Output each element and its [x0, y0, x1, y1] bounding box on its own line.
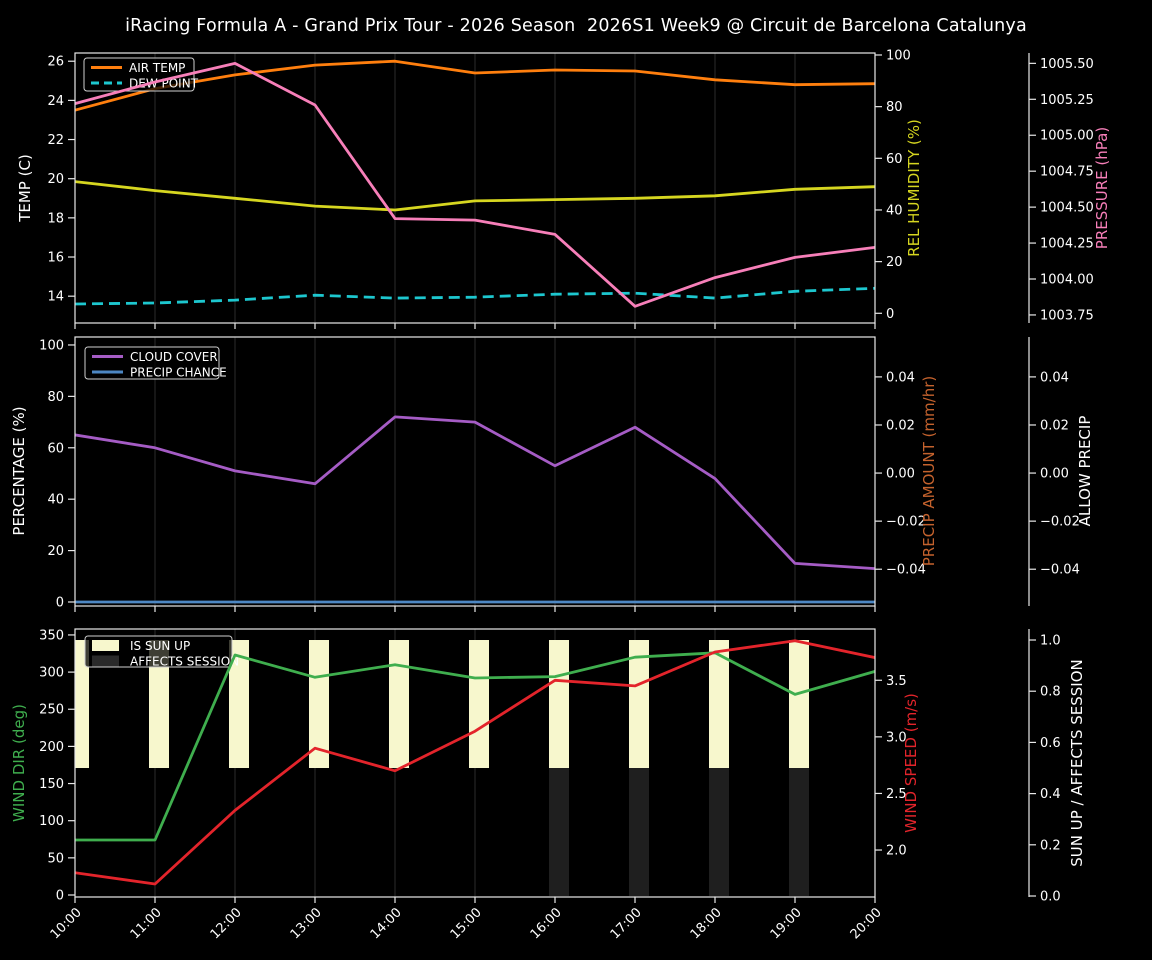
right2-tick-label: 0.04	[1040, 370, 1069, 385]
right1-tick-label: 3.5	[886, 674, 907, 689]
left-tick-label: 150	[39, 777, 64, 792]
left-tick-label: 250	[39, 703, 64, 718]
x-tick-label: 14:00	[368, 905, 405, 942]
right2-tick-label: 1005.50	[1040, 57, 1094, 72]
is-sun-up-bar	[549, 640, 569, 769]
left-tick-label: 22	[47, 133, 64, 148]
legend-label: AFFECTS SESSION	[130, 655, 239, 669]
left-axis-title: PERCENTAGE (%)	[10, 406, 28, 535]
legend-label: IS SUN UP	[130, 639, 190, 653]
affects-session-bar	[549, 768, 569, 897]
x-tick-label: 20:00	[848, 905, 885, 942]
x-tick-label: 16:00	[528, 905, 565, 942]
x-tick-label: 10:00	[48, 905, 85, 942]
right2-axis-title: SUN UP / AFFECTS SESSION	[1068, 659, 1086, 867]
left-tick-label: 300	[39, 666, 64, 681]
left-tick-label: 80	[47, 390, 64, 405]
right2-tick-label: 1.0	[1040, 634, 1061, 649]
bar-series-group	[75, 640, 809, 897]
right2-tick-label: 1003.75	[1040, 308, 1094, 323]
legend-swatch-patch	[92, 655, 119, 667]
right1-tick-label: 0	[886, 307, 894, 322]
right2-tick-label: −0.02	[1040, 515, 1080, 530]
right2-tick-label: 1004.50	[1040, 201, 1094, 216]
left-axis-title: WIND DIR (deg)	[10, 704, 28, 822]
weather-forecast-figure: iRacing Formula A - Grand Prix Tour - 20…	[0, 0, 1152, 960]
right2-tick-label: 1004.25	[1040, 237, 1094, 252]
right2-tick-label: 1004.00	[1040, 273, 1094, 288]
right1-tick-label: 40	[886, 203, 903, 218]
left-tick-label: 200	[39, 740, 64, 755]
x-tick-labels: 10:00 11:00 12:00 13:00 14:00 15:00 16:00 17:00…	[48, 905, 885, 942]
left-tick-label: 100	[39, 814, 64, 829]
left-tick-label: 60	[47, 441, 64, 456]
x-tick-label: 11:00	[128, 905, 165, 942]
is-sun-up-bar	[389, 640, 409, 769]
wind-sun-legend: IS SUN UP AFFECTS SESSION	[84, 635, 239, 669]
right2-axis-title: ALLOW PRECIP	[1076, 416, 1094, 527]
right2-tick-label: 0.0	[1040, 890, 1061, 905]
right1-tick-label: 100	[886, 48, 911, 63]
forecast-charts-svg: AIR TEMPDEW POINT14161820222426TEMP (C)0…	[10, 48, 1111, 942]
temperature-humidity-pressure-chart: AIR TEMPDEW POINT14161820222426TEMP (C)0…	[16, 48, 1111, 329]
right2-tick-label: 1005.00	[1040, 129, 1094, 144]
affects-session-bar	[629, 768, 649, 897]
left-tick-label: 40	[47, 493, 64, 508]
legend-swatch-patch	[92, 640, 119, 651]
right1-tick-label: 0.04	[886, 370, 915, 385]
left-tick-label: 0	[56, 595, 64, 610]
left-tick-label: 0	[56, 889, 64, 904]
left-tick-label: 14	[47, 290, 64, 305]
right1-axis-title: PRECIP AMOUNT (mm/hr)	[920, 376, 938, 566]
affects-session-bar	[789, 768, 809, 897]
right2-tick-label: 1004.75	[1040, 165, 1094, 180]
x-gridlines	[74, 53, 876, 323]
right1-axis-title: WIND SPEED (m/s)	[902, 693, 920, 833]
cloud-precip-legend: CLOUD COVER PRECIP CHANCE	[84, 346, 227, 380]
right1-tick-label: 0.00	[886, 467, 915, 482]
right2-tick-label: 0.02	[1040, 418, 1069, 433]
right1-tick-label: 20	[886, 255, 903, 270]
right2-tick-label: 1005.25	[1040, 93, 1094, 108]
right2-tick-label: 0.8	[1040, 685, 1061, 700]
right2-tick-label: 0.00	[1040, 467, 1069, 482]
right1-tick-label: 0.02	[886, 418, 915, 433]
left-tick-label: 350	[39, 628, 64, 643]
left-tick-label: 20	[47, 172, 64, 187]
x-tick-label: 19:00	[768, 905, 805, 942]
x-tick-label: 17:00	[608, 905, 645, 942]
legend-label: PRECIP CHANCE	[130, 366, 227, 380]
left-tick-label: 26	[47, 55, 64, 70]
x-tick-label: 13:00	[288, 905, 325, 942]
right1-tick-label: 2.0	[886, 844, 907, 859]
legend-label: CLOUD COVER	[130, 350, 218, 364]
left-tick-label: 18	[47, 211, 64, 226]
left-axis-title: TEMP (C)	[16, 154, 34, 223]
left-tick-label: 100	[39, 338, 64, 353]
right1-tick-label: 80	[886, 100, 903, 115]
x-tick-label: 15:00	[448, 905, 485, 942]
left-tick-label: 50	[47, 851, 64, 866]
right2-tick-label: 0.4	[1040, 787, 1061, 802]
right2-tick-label: 0.2	[1040, 838, 1061, 853]
left-tick-label: 20	[47, 544, 64, 559]
is-sun-up-bar	[469, 640, 489, 769]
wind-sun-chart: IS SUN UP AFFECTS SESSION 0 50 100 150 200 250 3…	[10, 628, 1086, 905]
affects-session-bar	[709, 768, 729, 897]
left-tick-label: 24	[47, 94, 64, 109]
right1-axis-title: REL HUMIDITY (%)	[905, 119, 923, 257]
right2-axis-title: PRESSURE (hPa)	[1093, 127, 1111, 249]
right2-tick-label: −0.04	[1040, 563, 1080, 578]
left-tick-label: 16	[47, 251, 64, 266]
legend-label: AIR TEMP	[129, 61, 185, 75]
right1-tick-label: 60	[886, 152, 903, 167]
x-tick-label: 18:00	[688, 905, 725, 942]
x-tick-label: 12:00	[208, 905, 245, 942]
right2-tick-label: 0.6	[1040, 736, 1061, 751]
is-sun-up-bar	[789, 640, 809, 769]
cloud-precip-chart: CLOUD COVER PRECIP CHANCE 0 20 40 60 80 100 PERC…	[10, 336, 1094, 612]
